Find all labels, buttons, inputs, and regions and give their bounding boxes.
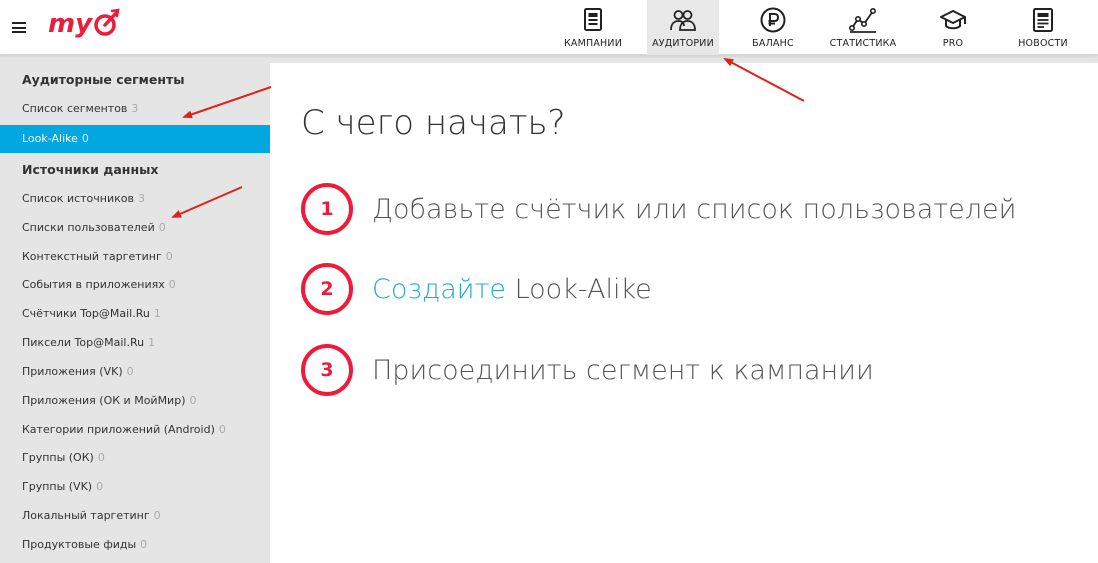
sidebar-item-count: 0 xyxy=(140,538,148,551)
sidebar-item-top-mail-counters[interactable]: Счётчики Top@Mail.Ru 1 xyxy=(0,300,270,328)
news-icon xyxy=(1033,8,1053,32)
step-text: Look-Alike xyxy=(506,274,652,305)
tab-label: КАМПАНИИ xyxy=(563,38,623,49)
sidebar-item-apps-vk[interactable]: Приложения (VK) 0 xyxy=(0,358,270,386)
step-number: 2 xyxy=(301,263,353,315)
campaigns-icon xyxy=(584,8,602,31)
sidebar-item-count: 3 xyxy=(137,192,145,205)
sidebar-item-label: Списки пользователей xyxy=(22,221,155,234)
tab-campaigns[interactable]: КАМПАНИИ xyxy=(557,0,629,55)
sidebar-item-count: 3 xyxy=(131,102,139,115)
sidebar-item-apps-ok-mymir[interactable]: Приложения (ОК и МойМир) 0 xyxy=(0,387,270,415)
sidebar-item-label: Продуктовые фиды xyxy=(22,538,137,551)
sidebar-item-count: 0 xyxy=(81,132,89,145)
tab-news[interactable]: НОВОСТИ xyxy=(1007,0,1079,55)
sidebar-item-groups-ok[interactable]: Группы (ОК) 0 xyxy=(0,444,270,472)
sidebar-item-count: 0 xyxy=(126,365,134,378)
page-title: С чего начать? xyxy=(301,103,566,143)
sidebar-heading-sources: Источники данных xyxy=(22,162,159,177)
sidebar-item-label: Look-Alike xyxy=(22,132,78,145)
sidebar-item-label: Категории приложений (Android) xyxy=(22,423,215,436)
step-text-wrapper: Создайте Look-Alike xyxy=(372,274,652,305)
step-3: 3 Присоединить сегмент к кампании xyxy=(301,344,1081,398)
tab-pro[interactable]: PRO xyxy=(917,0,989,55)
sidebar-item-count: 0 xyxy=(97,451,105,464)
menu-icon[interactable] xyxy=(12,22,26,33)
step-1: 1 Добавьте счётчик или список пользовате… xyxy=(301,183,1081,237)
sidebar-item-count: 1 xyxy=(153,307,161,320)
tab-audiences[interactable]: АУДИТОРИИ xyxy=(647,0,719,55)
sidebar-item-label: Список сегментов xyxy=(22,102,128,115)
tab-label: АУДИТОРИИ xyxy=(652,38,714,49)
sidebar-item-count: 0 xyxy=(168,278,176,291)
tab-statistics[interactable]: СТАТИСТИКА xyxy=(827,0,899,55)
sidebar-item-label: Список источников xyxy=(22,192,134,205)
mytarget-logo[interactable]: my xyxy=(48,4,120,44)
sidebar-item-sources-list[interactable]: Список источников 3 xyxy=(0,185,270,213)
top-bar: my КАМПАНИИ АУДИТОРИИ БАЛАНС СТАТИСТИКА … xyxy=(0,0,1098,55)
logo-text: my xyxy=(48,9,93,39)
sidebar-item-count: 1 xyxy=(148,336,156,349)
sidebar-item-context-targeting[interactable]: Контекстный таргетинг 0 xyxy=(0,243,270,271)
sidebar-item-label: Приложения (ОК и МойМир) xyxy=(22,394,186,407)
sidebar-item-count: 0 xyxy=(158,221,166,234)
sidebar-item-label: Группы (ОК) xyxy=(22,451,94,464)
sidebar: Аудиторные сегменты Список сегментов 3 Lo… xyxy=(0,62,270,563)
sidebar-item-label: Приложения (VK) xyxy=(22,365,123,378)
tab-label: НОВОСТИ xyxy=(1018,38,1068,49)
tab-label: PRO xyxy=(942,38,964,49)
sidebar-item-label: События в приложениях xyxy=(22,278,165,291)
sidebar-item-groups-vk[interactable]: Группы (VK) 0 xyxy=(0,473,270,501)
sidebar-item-count: 0 xyxy=(153,509,161,522)
sidebar-item-label: Группы (VK) xyxy=(22,480,93,493)
graduation-cap-icon xyxy=(940,10,966,30)
statistics-icon xyxy=(849,7,876,33)
main-content: С чего начать? 1 Добавьте счётчик или сп… xyxy=(270,63,1098,563)
sidebar-item-count: 0 xyxy=(189,394,197,407)
sidebar-item-segments-list[interactable]: Список сегментов 3 xyxy=(0,95,270,123)
sidebar-item-look-alike[interactable]: Look-Alike 0 xyxy=(0,125,270,153)
sidebar-item-app-categories[interactable]: Категории приложений (Android) 0 xyxy=(0,416,270,444)
step-2: 2 Создайте Look-Alike xyxy=(301,263,1081,317)
sidebar-item-label: Локальный таргетинг xyxy=(22,509,150,522)
sidebar-item-top-mail-pixels[interactable]: Пиксели Top@Mail.Ru 1 xyxy=(0,329,270,357)
sidebar-item-label: Контекстный таргетинг xyxy=(22,250,162,263)
step-text: Присоединить сегмент к кампании xyxy=(372,355,874,386)
sidebar-item-label: Счётчики Top@Mail.Ru xyxy=(22,307,150,320)
create-look-alike-link[interactable]: Создайте xyxy=(372,274,506,305)
tab-balance[interactable]: БАЛАНС xyxy=(737,0,809,55)
ruble-icon xyxy=(760,7,786,33)
tab-label: СТАТИСТИКА xyxy=(829,38,897,49)
step-text: Добавьте счётчик или список пользователе… xyxy=(372,194,1017,225)
logo-mark: my xyxy=(48,8,120,39)
sidebar-item-label: Пиксели Top@Mail.Ru xyxy=(22,336,145,349)
sidebar-item-count: 0 xyxy=(218,423,226,436)
sidebar-item-user-lists[interactable]: Списки пользователей 0 xyxy=(0,214,270,242)
sidebar-item-count: 0 xyxy=(96,480,104,493)
audiences-icon xyxy=(670,10,696,31)
sidebar-item-product-feeds[interactable]: Продуктовые фиды 0 xyxy=(0,531,270,559)
step-number: 1 xyxy=(301,183,353,235)
sidebar-heading-segments: Аудиторные сегменты xyxy=(22,72,185,87)
sidebar-item-count: 0 xyxy=(165,250,173,263)
step-number: 3 xyxy=(301,344,353,396)
tab-label: БАЛАНС xyxy=(752,38,794,49)
sidebar-item-local-targeting[interactable]: Локальный таргетинг 0 xyxy=(0,502,270,530)
sidebar-item-app-events[interactable]: События в приложениях 0 xyxy=(0,271,270,299)
